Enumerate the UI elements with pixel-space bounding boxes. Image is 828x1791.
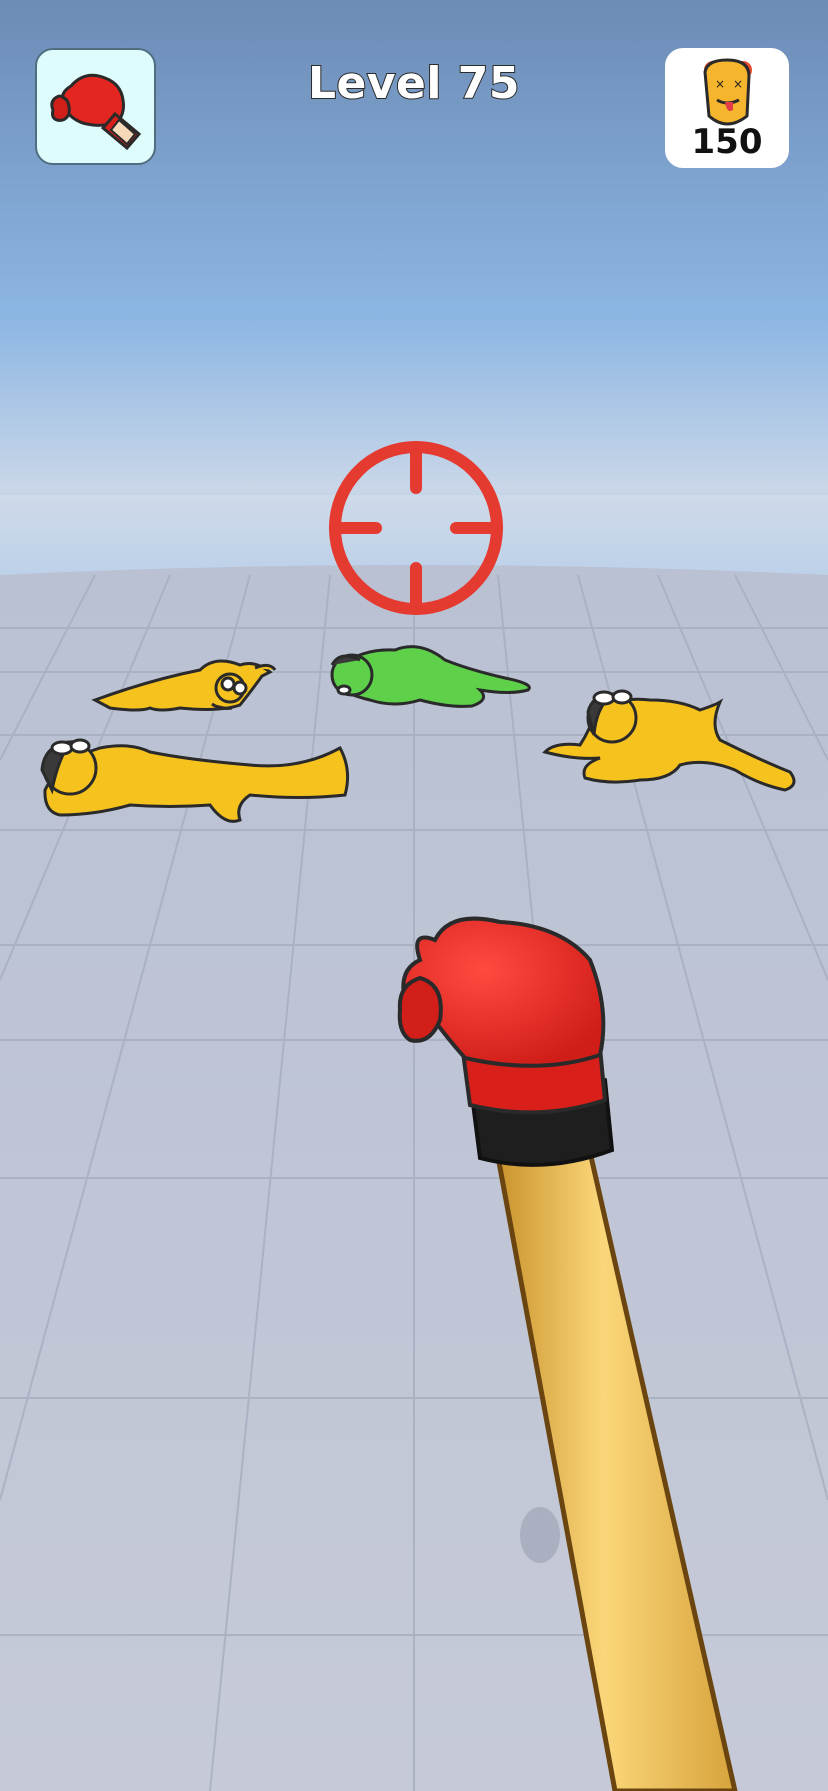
glove-thumb: [397, 975, 443, 1043]
game-scene[interactable]: [0, 0, 828, 1791]
knockout-counter: × × 150: [665, 48, 789, 168]
svg-text:×: ×: [733, 77, 743, 91]
knocked-out-face-icon: × ×: [703, 58, 752, 126]
svg-text:×: ×: [715, 77, 725, 91]
score-value: 150: [691, 122, 763, 162]
weapon-pole-shadow: [520, 1507, 560, 1563]
